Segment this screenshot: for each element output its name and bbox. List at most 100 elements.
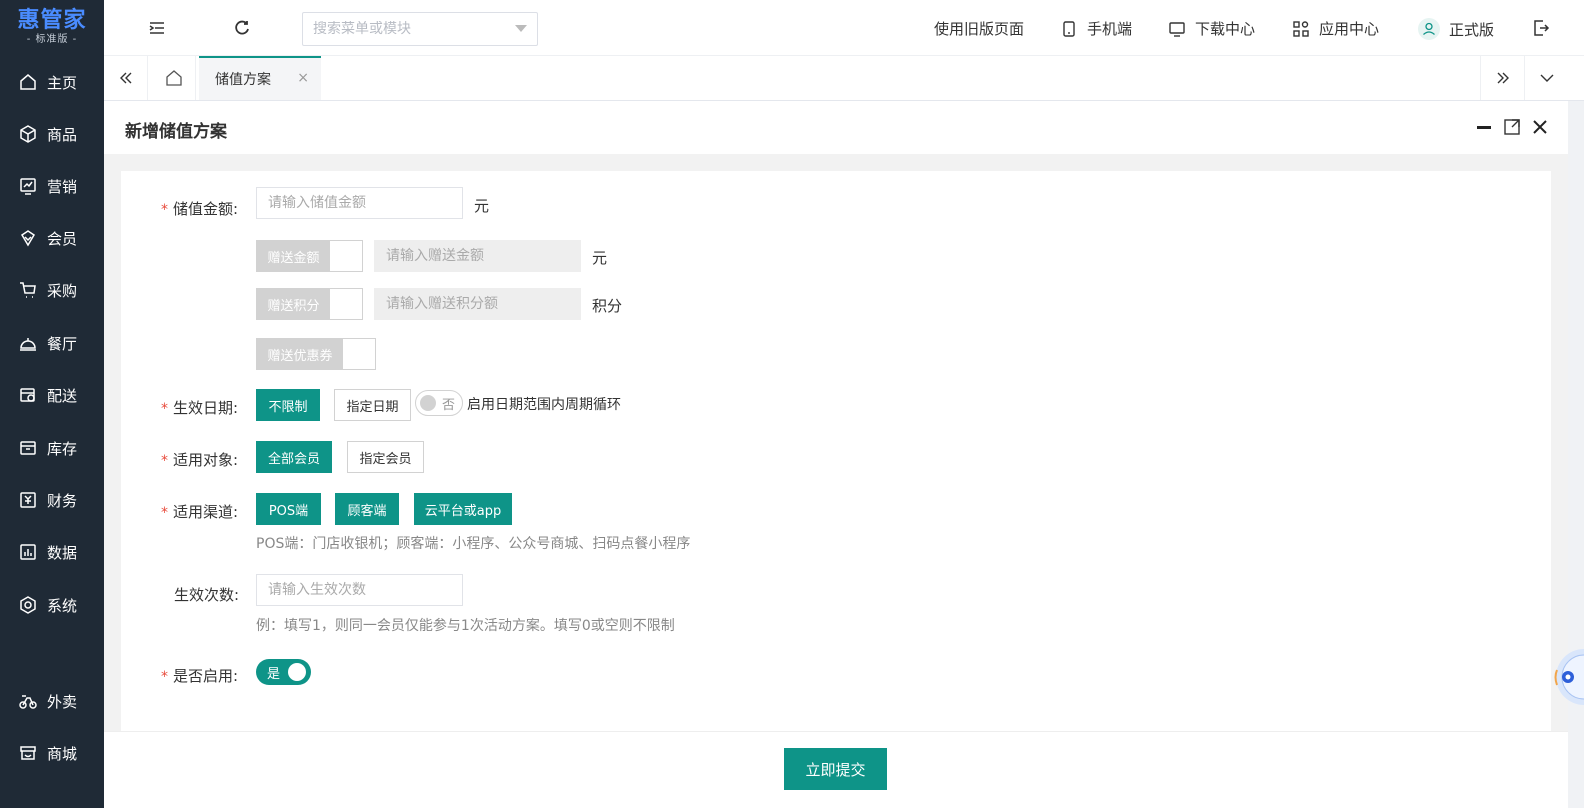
channel-label: * 适用渠道: xyxy=(161,501,238,522)
maximize-icon[interactable] xyxy=(1502,117,1522,137)
cart-icon xyxy=(20,282,36,298)
top-bar: 使用旧版页面 手机端 下载中心 应用中心 正式版 xyxy=(104,0,1584,56)
double-chevron-right-icon xyxy=(1497,72,1509,84)
times-input[interactable] xyxy=(256,574,463,606)
version-label: 正式版 xyxy=(1449,20,1495,39)
sidebar-item-system[interactable]: 系统 xyxy=(0,585,104,625)
sidebar-item-home[interactable]: 主页 xyxy=(0,62,104,102)
finance-icon xyxy=(20,492,36,508)
tab-home[interactable] xyxy=(152,56,196,100)
logout-icon[interactable] xyxy=(1531,18,1551,38)
effective-date-label-text: 生效日期: xyxy=(173,399,239,417)
user-version-link[interactable]: 正式版 xyxy=(1418,18,1494,40)
gift-points-checkbox[interactable]: 赠送积分 xyxy=(256,288,363,320)
app-logo[interactable]: 惠管家 - 标准版 - xyxy=(0,0,104,56)
effective-date-label: * 生效日期: xyxy=(161,397,238,418)
chevron-down-icon xyxy=(1540,74,1553,82)
required-mark: * xyxy=(161,401,168,417)
date-unlimited-button[interactable]: 不限制 xyxy=(256,389,320,421)
sidebar-item-label: 商城 xyxy=(47,744,78,763)
sidebar-item-label: 采购 xyxy=(47,281,78,300)
target-all-members-button[interactable]: 全部会员 xyxy=(256,441,332,473)
amount-label-text: 储值金额: xyxy=(173,200,239,218)
sidebar-item-data[interactable]: 数据 xyxy=(0,532,104,572)
tab-close-icon[interactable]: × xyxy=(297,70,309,86)
page-title: 新增储值方案 xyxy=(125,122,227,142)
checkbox-box xyxy=(343,339,375,369)
mobile-phone-icon xyxy=(1063,20,1075,37)
enabled-toggle[interactable]: 是 xyxy=(256,659,311,685)
gift-points-input[interactable] xyxy=(374,288,581,320)
cycle-description: 启用日期范围内周期循环 xyxy=(467,397,621,413)
sidebar-item-member[interactable]: 会员 xyxy=(0,218,104,258)
tab-scroll-left[interactable] xyxy=(104,56,148,100)
member-icon xyxy=(20,230,36,247)
gift-amount-checkbox[interactable]: 赠送金额 xyxy=(256,240,363,272)
home-icon xyxy=(20,74,36,90)
download-center-link[interactable]: 下载中心 xyxy=(1168,18,1255,39)
channel-pos-button[interactable]: POS端 xyxy=(256,493,321,525)
submit-button[interactable]: 立即提交 xyxy=(784,748,887,790)
gift-coupon-checkbox[interactable]: 赠送优惠券 xyxy=(256,338,376,370)
amount-unit: 元 xyxy=(474,197,490,215)
sidebar-item-marketing[interactable]: 营销 xyxy=(0,166,104,206)
sidebar-item-label: 主页 xyxy=(47,73,78,92)
required-mark: * xyxy=(161,669,168,685)
gift-amount-input[interactable] xyxy=(374,240,581,272)
mobile-label: 手机端 xyxy=(1087,20,1133,38)
sidebar-item-delivery[interactable]: 配送 xyxy=(0,375,104,415)
delivery-icon xyxy=(20,388,35,402)
gift-coupon-label: 赠送优惠券 xyxy=(257,339,343,369)
sidebar-item-takeaway[interactable]: 外卖 xyxy=(0,681,104,721)
cycle-toggle[interactable]: 否 xyxy=(415,390,463,416)
toggle-knob xyxy=(420,395,436,411)
close-icon[interactable] xyxy=(1530,117,1550,137)
sidebar-item-label: 外卖 xyxy=(47,692,78,711)
monitor-icon xyxy=(1169,21,1185,37)
tab-scroll-right[interactable] xyxy=(1480,56,1524,100)
sidebar-item-label: 商品 xyxy=(47,125,78,144)
channel-label-text: 适用渠道: xyxy=(173,503,239,521)
sidebar-item-mall[interactable]: 商城 xyxy=(0,733,104,773)
apps-grid-icon xyxy=(1293,20,1309,37)
sidebar-item-stock[interactable]: 库存 xyxy=(0,428,104,468)
gift-points-unit: 积分 xyxy=(592,297,623,315)
sidebar-item-restaurant[interactable]: 餐厅 xyxy=(0,323,104,363)
amount-label: * 储值金额: xyxy=(161,198,238,219)
assistant-orb-icon[interactable] xyxy=(1554,645,1584,705)
tab-bar: 储值方案 × xyxy=(104,56,1584,101)
sidebar-item-purchase[interactable]: 采购 xyxy=(0,270,104,310)
channel-cloud-app-button[interactable]: 云平台或app xyxy=(414,493,512,525)
target-label-text: 适用对象: xyxy=(173,451,239,469)
logo-text: 惠管家 xyxy=(17,8,87,33)
sidebar-item-label: 财务 xyxy=(47,491,78,510)
box-icon xyxy=(20,125,36,143)
scooter-icon xyxy=(19,695,37,709)
sidebar-item-label: 库存 xyxy=(47,439,78,458)
amount-input[interactable] xyxy=(256,187,463,219)
tab-stored-value-plan[interactable]: 储值方案 × xyxy=(199,56,321,100)
target-specify-members-button[interactable]: 指定会员 xyxy=(347,441,424,473)
dialog-panel: 新增储值方案 * 储值金额: 元 赠送金额 元 赠送积分 积分 赠送优惠券 * 生效… xyxy=(104,101,1568,808)
chevron-down-icon[interactable] xyxy=(515,25,527,33)
sidebar-item-goods[interactable]: 商品 xyxy=(0,114,104,154)
form-card: * 储值金额: 元 赠送金额 元 赠送积分 积分 赠送优惠券 * 生效日期: 不限制… xyxy=(121,171,1551,731)
menu-fold-icon[interactable] xyxy=(147,18,167,38)
minimize-icon[interactable] xyxy=(1474,117,1494,137)
old-page-link[interactable]: 使用旧版页面 xyxy=(934,18,1024,39)
shop-icon xyxy=(20,746,36,760)
service-bell-icon xyxy=(20,338,36,351)
apps-label: 应用中心 xyxy=(1319,20,1380,38)
mobile-link[interactable]: 手机端 xyxy=(1060,18,1132,39)
search-input[interactable] xyxy=(313,21,515,37)
refresh-icon[interactable] xyxy=(232,18,252,38)
required-mark: * xyxy=(161,505,168,521)
app-center-link[interactable]: 应用中心 xyxy=(1292,18,1379,39)
times-hint: 例：填写1，则同一会员仅能参与1次活动方案。填写0或空则不限制 xyxy=(256,618,675,634)
user-avatar-icon xyxy=(1418,18,1440,40)
channel-customer-button[interactable]: 顾客端 xyxy=(335,493,399,525)
tab-more-dropdown[interactable] xyxy=(1524,56,1568,100)
date-specify-button[interactable]: 指定日期 xyxy=(334,389,411,421)
menu-search[interactable] xyxy=(302,12,538,46)
sidebar-item-finance[interactable]: 财务 xyxy=(0,480,104,520)
